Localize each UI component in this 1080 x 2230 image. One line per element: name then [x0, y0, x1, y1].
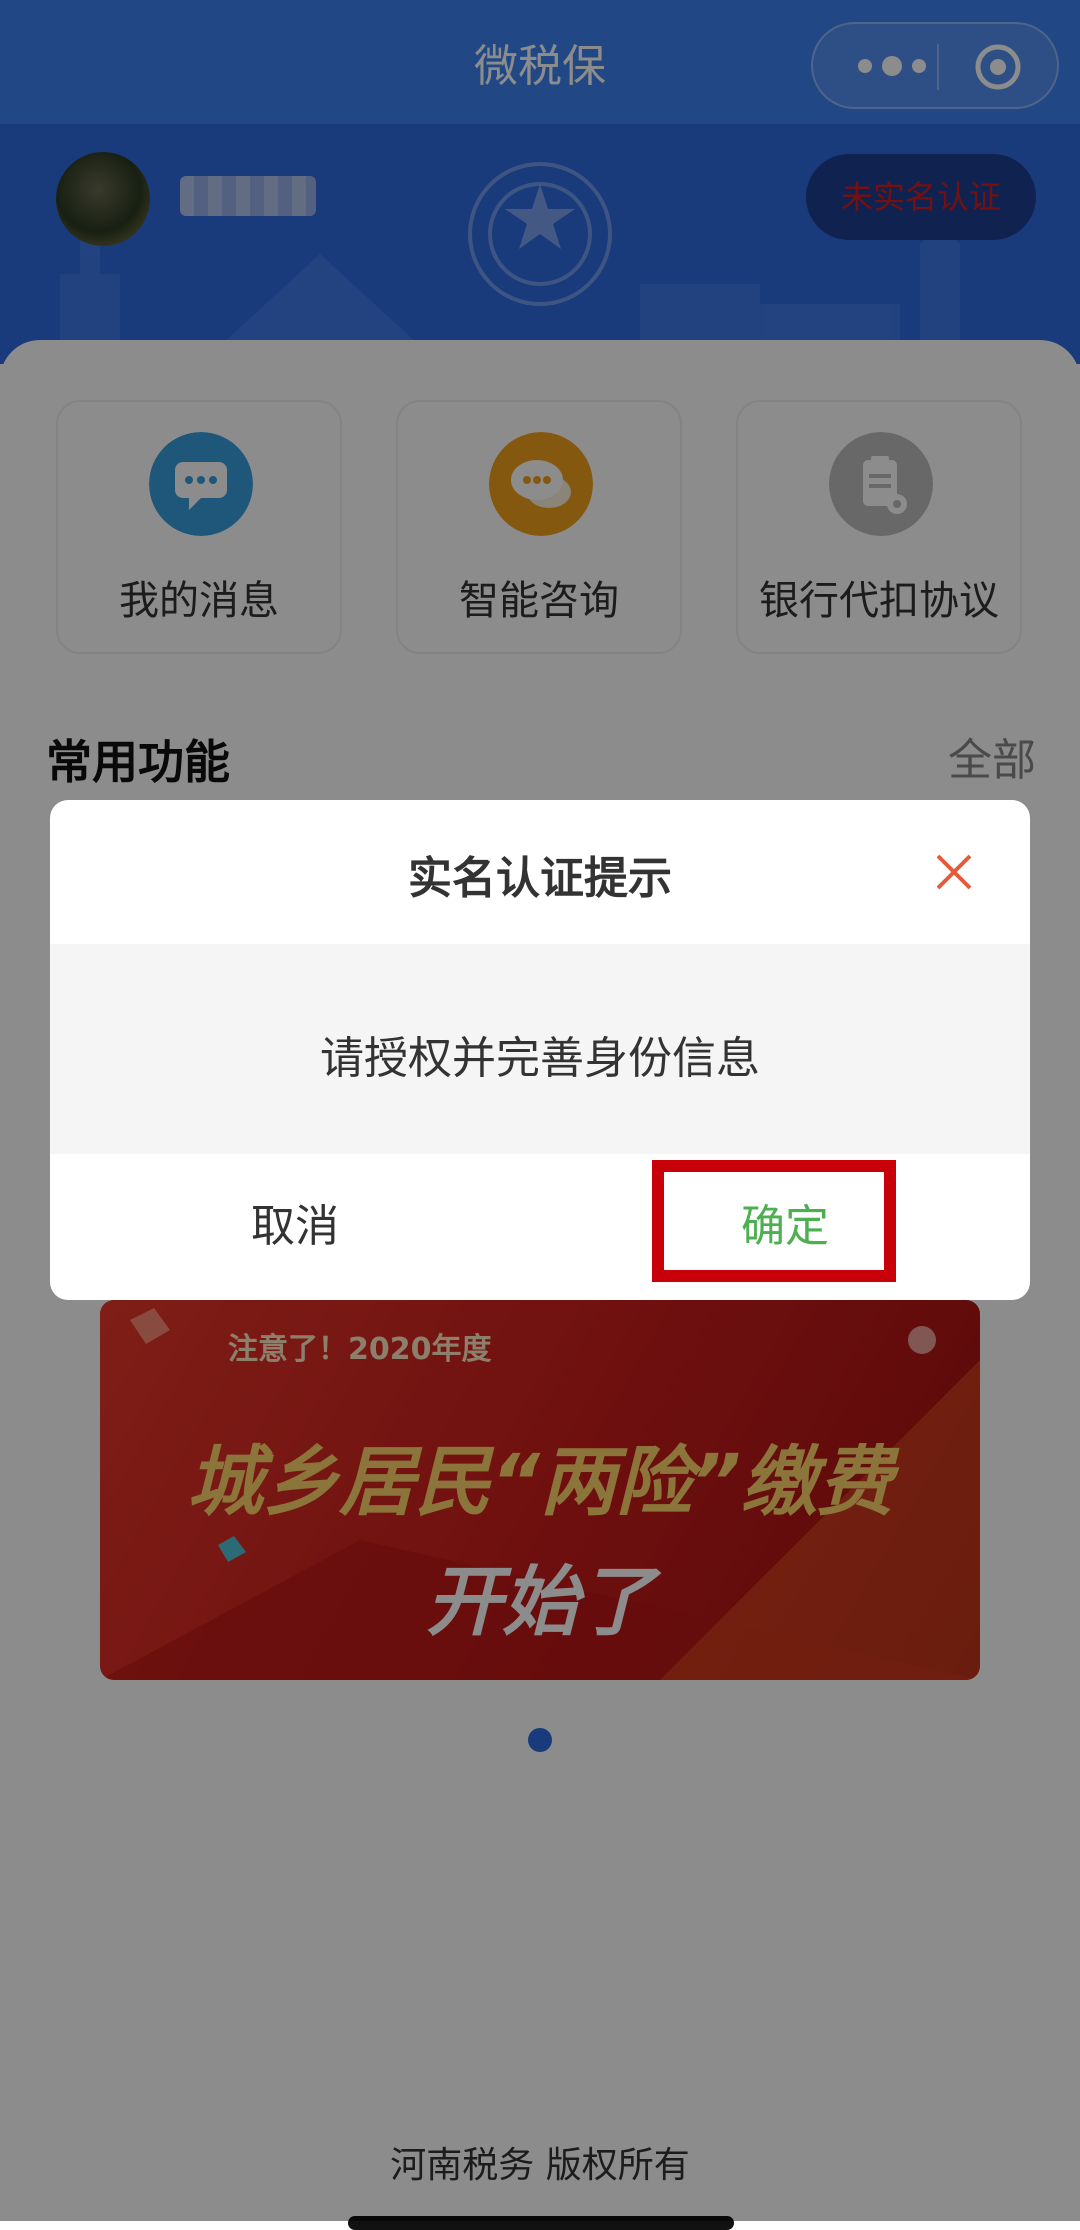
confirm-highlight-box	[652, 1160, 896, 1282]
dialog-body: 请授权并完善身份信息	[50, 944, 1030, 1154]
close-icon[interactable]	[934, 852, 974, 892]
dialog-title: 实名认证提示	[408, 853, 672, 904]
cancel-button[interactable]: 取消	[50, 1154, 540, 1300]
dialog-message: 请授权并完善身份信息	[320, 1033, 760, 1084]
